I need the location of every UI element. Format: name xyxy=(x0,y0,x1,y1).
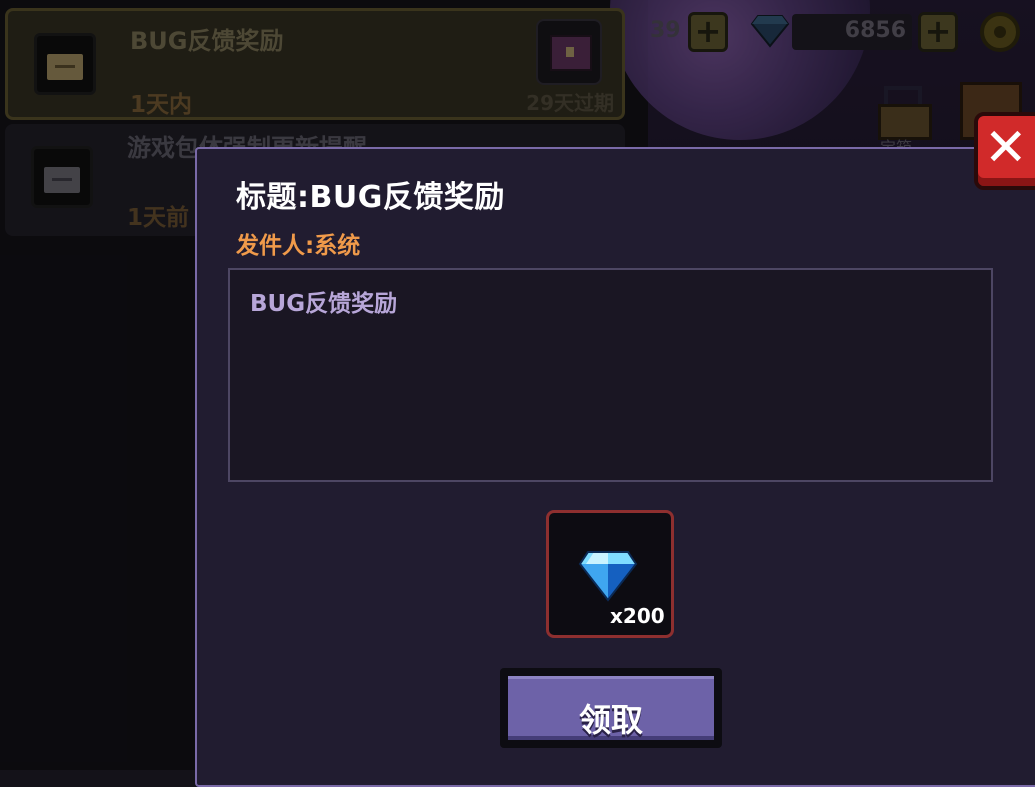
claim-button-face: 领取 xyxy=(508,676,714,740)
dialog-body-text: BUG反馈奖励 xyxy=(250,291,398,317)
dialog-sender: 发件人:系统 xyxy=(236,233,361,259)
reward-count: x200 xyxy=(610,604,665,628)
close-icon: ✕ xyxy=(984,118,1028,178)
dialog-title: 标题:BUG反馈奖励 xyxy=(236,180,505,215)
claim-button[interactable]: 领取 xyxy=(500,668,722,748)
diamond-icon xyxy=(578,551,638,602)
close-button[interactable]: ✕ xyxy=(974,112,1035,190)
claim-button-label: 领取 xyxy=(578,701,643,739)
